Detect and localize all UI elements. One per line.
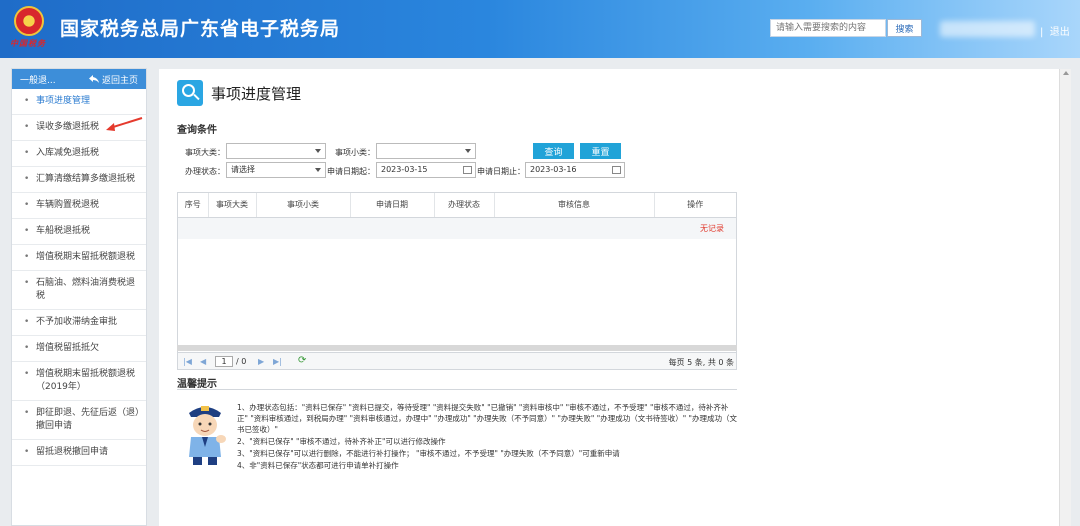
pager-summary: 每页 5 条, 共 0 条 xyxy=(668,358,734,367)
status-value: 请选择 xyxy=(231,165,255,174)
end-date-input[interactable]: 2023-03-16 xyxy=(525,162,625,178)
column-header: 事项小类 xyxy=(256,193,351,218)
subcategory-label: 事项小类： xyxy=(335,148,375,157)
tip-line: 1、办理状态包括："资料已保存" "资料已提交，等待受理" "资料提交失败" "… xyxy=(237,403,737,434)
reset-button[interactable]: 重置 xyxy=(580,143,621,159)
tips-divider xyxy=(177,389,737,390)
status-label: 办理状态： xyxy=(185,167,225,176)
column-header: 操作 xyxy=(654,193,736,218)
sidebar-item[interactable]: 留抵退税撤回申请 xyxy=(12,440,146,466)
vertical-scrollbar[interactable] xyxy=(1059,69,1071,526)
tax-emblem-icon xyxy=(14,6,44,36)
search-input[interactable] xyxy=(770,19,886,37)
end-date-value: 2023-03-16 xyxy=(530,165,577,174)
category-label: 事项大类： xyxy=(185,148,225,157)
sidebar-header: 一般退... 返回主页 xyxy=(12,69,146,89)
category-select[interactable] xyxy=(226,143,326,159)
sidebar-item[interactable]: 车辆购置税退税 xyxy=(12,193,146,219)
sidebar-item[interactable]: 增值税期末留抵税额退税 xyxy=(12,245,146,271)
sidebar-item[interactable]: 事项进度管理 xyxy=(12,89,146,115)
site-title: 国家税务总局广东省电子税务局 xyxy=(60,18,341,40)
column-header: 序号 xyxy=(178,193,209,218)
last-page-icon[interactable]: ▶| xyxy=(273,357,282,366)
table-row: 无记录 xyxy=(178,217,736,239)
tips-title: 温馨提示 xyxy=(177,379,217,390)
logout-link[interactable]: | 退出 xyxy=(1040,23,1070,38)
sidebar: 一般退... 返回主页 事项进度管理 误收多缴退抵税 入库减免退抵税 汇算清缴结… xyxy=(11,68,147,526)
start-date-value: 2023-03-15 xyxy=(381,165,428,174)
column-header: 办理状态 xyxy=(434,193,495,218)
return-home-link[interactable]: 返回主页 xyxy=(88,73,138,86)
main-panel: 事项进度管理 查询条件 事项大类： 事项小类： 查询 重置 办理状态： 请选择 … xyxy=(159,69,1059,526)
annotation-arrow-icon xyxy=(106,117,143,131)
query-section-title: 查询条件 xyxy=(177,125,217,136)
page-number-input[interactable]: 1 xyxy=(215,356,233,367)
sidebar-category[interactable]: 一般退... xyxy=(20,73,56,86)
tip-line: 3、"资料已保存"可以进行删除，不能进行补打操作； "审核不通过，不予受理" "… xyxy=(237,449,620,458)
sidebar-item[interactable]: 增值税期末留抵税额退税（2019年） xyxy=(12,362,146,401)
sidebar-item[interactable]: 即征即退、先征后返（退）撤回申请 xyxy=(12,401,146,440)
refresh-icon[interactable]: ⟳ xyxy=(298,355,306,366)
sidebar-item[interactable]: 不予加收滞纳金审批 xyxy=(12,310,146,336)
chevron-down-icon xyxy=(465,149,471,153)
page-title: 事项进度管理 xyxy=(211,85,302,103)
start-date-input[interactable]: 2023-03-15 xyxy=(376,162,476,178)
prev-page-icon[interactable]: ◀ xyxy=(200,357,206,366)
column-header: 审核信息 xyxy=(494,193,655,218)
emblem-caption: 中国税务 xyxy=(10,39,46,48)
sidebar-item[interactable]: 石脑油、燃料油消费税退税 xyxy=(12,271,146,310)
return-home-label: 返回主页 xyxy=(101,75,138,86)
pagination-bar: |◀ ◀ 1 / 0 ▶ ▶| ⟳ 每页 5 条, 共 0 条 xyxy=(177,352,737,370)
status-select[interactable]: 请选择 xyxy=(226,162,326,178)
column-header: 申请日期 xyxy=(350,193,435,218)
table-header-row: 序号 事项大类 事项小类 申请日期 办理状态 审核信息 操作 xyxy=(178,193,736,218)
sidebar-item[interactable]: 汇算清缴结算多缴退抵税 xyxy=(12,167,146,193)
search-magnifier-icon xyxy=(177,80,203,106)
logout-label: 退出 xyxy=(1049,27,1070,38)
first-page-icon[interactable]: |◀ xyxy=(183,357,192,366)
horizontal-scrollbar[interactable] xyxy=(177,345,737,351)
top-header: 中国税务 国家税务总局广东省电子税务局 搜索 | 退出 xyxy=(0,0,1080,58)
search-button[interactable]: 搜索 xyxy=(887,19,922,37)
column-header: 事项大类 xyxy=(208,193,257,218)
tip-line: 2、"资料已保存" "审核不通过，待补齐补正"可以进行修改操作 xyxy=(237,437,446,446)
results-table: 序号 事项大类 事项小类 申请日期 办理状态 审核信息 操作 无记录 xyxy=(177,192,737,370)
back-arrow-icon xyxy=(88,75,99,83)
end-date-label: 申请日期止： xyxy=(477,167,525,176)
sidebar-item[interactable]: 增值税留抵抵欠 xyxy=(12,336,146,362)
no-record-text: 无记录 xyxy=(178,217,736,239)
total-pages: / 0 xyxy=(236,357,247,366)
tax-officer-mascot-icon xyxy=(189,406,226,465)
tip-line: 4、非"资料已保存"状态都可进行申请单补打操作 xyxy=(237,461,399,470)
start-date-label: 申请日期起： xyxy=(327,167,375,176)
sidebar-item[interactable]: 车船税退抵税 xyxy=(12,219,146,245)
tips-content: 1、办理状态包括："资料已保存" "资料已提交，等待受理" "资料提交失败" "… xyxy=(237,402,739,472)
query-button[interactable]: 查询 xyxy=(533,143,574,159)
sidebar-item[interactable]: 入库减免退抵税 xyxy=(12,141,146,167)
subcategory-select[interactable] xyxy=(376,143,476,159)
calendar-icon[interactable] xyxy=(612,166,621,174)
chevron-down-icon xyxy=(315,149,321,153)
separator: | xyxy=(1040,27,1044,38)
user-info-blurred xyxy=(940,21,1035,37)
next-page-icon[interactable]: ▶ xyxy=(258,357,264,366)
